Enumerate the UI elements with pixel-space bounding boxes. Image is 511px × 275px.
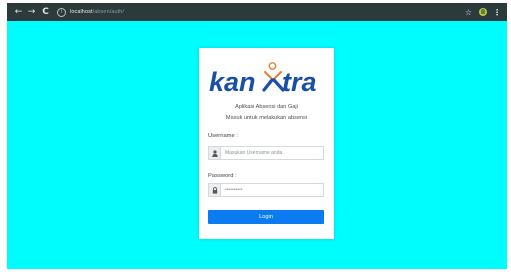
login-button[interactable]: Login [208, 210, 324, 224]
site-info-icon[interactable]: i [57, 7, 66, 17]
forward-arrow-icon[interactable]: → [26, 3, 37, 21]
logo-figure-icon [262, 62, 285, 92]
password-input[interactable]: •••••••••• [221, 183, 324, 197]
user-icon [208, 146, 221, 160]
screenshot-frame: ← → C i localhost/absen/auth/ ☆ ⋮ kan tr… [7, 3, 507, 269]
password-input-group: •••••••••• [208, 183, 324, 197]
kanxtra-logo: kan tra [209, 62, 317, 96]
username-input-group: Masukan Username anda [208, 146, 324, 160]
back-arrow-icon[interactable]: ← [13, 3, 24, 21]
toolbar-actions: ☆ ⋮ [465, 3, 501, 21]
url-text[interactable]: localhost/absen/auth/ [70, 9, 124, 15]
kebab-menu-icon[interactable]: ⋮ [493, 8, 501, 17]
login-card: kan tra Aplikasi Absensi dan Gaji Masuk … [199, 48, 334, 239]
logo-text-right: tra [282, 67, 317, 96]
reload-icon[interactable]: C [40, 3, 51, 21]
username-label: Username : [208, 133, 238, 139]
username-input[interactable]: Masukan Username anda [221, 146, 324, 160]
url-path: /absen/auth/ [92, 9, 125, 15]
browser-toolbar: ← → C i localhost/absen/auth/ ☆ ⋮ [7, 3, 507, 21]
logo-text-left: kan [209, 67, 256, 96]
extension-icon[interactable] [479, 8, 487, 16]
password-label: Password : [208, 173, 237, 179]
app-subtitle: Aplikasi Absensi dan Gaji [235, 104, 298, 110]
address-bar[interactable]: i localhost/absen/auth/ [57, 6, 124, 18]
lock-icon [208, 183, 221, 197]
login-instruction: Masuk untuk melakukan absensi [225, 115, 308, 121]
url-host: localhost [70, 9, 93, 15]
bookmark-star-icon[interactable]: ☆ [465, 8, 472, 17]
